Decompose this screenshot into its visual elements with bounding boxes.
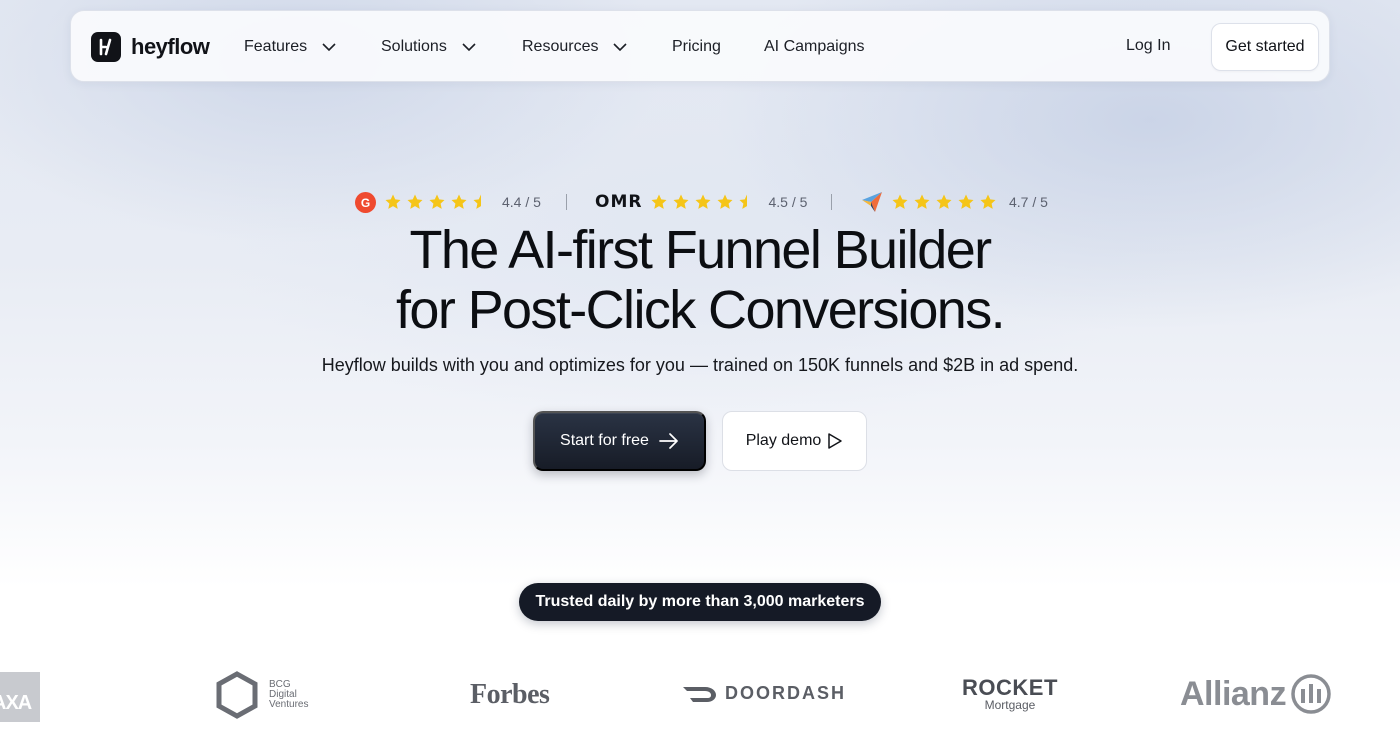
- nav-features[interactable]: Features: [244, 35, 337, 59]
- heyflow-logo-icon: [91, 32, 121, 62]
- rocket-mortgage-logo: ROCKET Mortgage: [962, 675, 1058, 712]
- nav-ai-campaigns[interactable]: AI Campaigns: [764, 35, 865, 59]
- half-star-icon: [473, 194, 481, 209]
- bcg-digital-ventures-logo: BCG Digital Ventures: [215, 671, 308, 719]
- chevron-down-icon: [462, 43, 476, 52]
- hero-title-line-1: The AI-first Funnel Builder: [409, 220, 992, 280]
- g2-icon: G: [355, 191, 376, 213]
- star-rating: [891, 193, 1001, 211]
- star-icon: [914, 194, 930, 209]
- doordash-logo: DOORDASH: [683, 683, 846, 704]
- star-rating: [650, 193, 760, 211]
- star-icon: [892, 194, 908, 209]
- brand-name: heyflow: [131, 34, 210, 59]
- top-navbar: heyflow Features Solutions Resources Pri…: [70, 10, 1330, 82]
- chevron-down-icon: [322, 43, 336, 52]
- star-icon: [651, 194, 667, 209]
- login-link[interactable]: Log In: [1126, 37, 1170, 55]
- star-icon: [451, 194, 467, 209]
- rating-divider: [566, 194, 567, 210]
- hexagon-icon: [216, 671, 258, 719]
- doordash-icon: [683, 686, 716, 702]
- rating-score: 4.4 / 5: [502, 194, 541, 210]
- hero-title-line-2: for Post-Click Conversions.: [396, 280, 1006, 340]
- hero-subtitle: Heyflow builds with you and optimizes fo…: [321, 355, 1079, 375]
- allianz-eagle-icon: [1291, 674, 1331, 714]
- nav-resources-label: Resources: [522, 38, 599, 55]
- chevron-down-icon: [613, 43, 628, 52]
- rating-score: 4.7 / 5: [1009, 194, 1048, 210]
- star-icon: [980, 194, 996, 209]
- nav-features-label: Features: [244, 38, 308, 55]
- nav-pricing-label: Pricing: [672, 38, 721, 55]
- play-icon: [828, 433, 843, 449]
- star-icon: [385, 194, 401, 209]
- star-icon: [717, 194, 733, 209]
- start-for-free-label: Start for free: [560, 432, 649, 449]
- rating-capterra: 4.7 / 5: [861, 191, 1048, 213]
- rating-score: 4.5 / 5: [768, 194, 808, 210]
- rating-g2: G 4.4 / 5: [355, 191, 541, 213]
- nav-solutions-label: Solutions: [381, 38, 447, 55]
- star-icon: [429, 194, 445, 209]
- axa-logo: AXA: [0, 672, 40, 722]
- rating-omr: OMR 4.5 / 5: [595, 191, 807, 213]
- start-for-free-button[interactable]: Start for free: [533, 411, 706, 471]
- ratings-row: G 4.4 / 5 OMR 4.5 / 5 4.7 / 5: [355, 191, 1055, 213]
- half-star-icon: [739, 194, 748, 209]
- heyflow-logo[interactable]: heyflow: [91, 32, 210, 62]
- star-icon: [695, 194, 711, 209]
- allianz-logo: Allianz: [1180, 673, 1332, 715]
- arrow-right-icon: [659, 433, 678, 449]
- star-icon: [407, 194, 423, 209]
- star-rating: [384, 193, 494, 211]
- star-icon: [673, 194, 689, 209]
- customer-logos: AXA BCG Digital Ventures Forbes DOORDASH…: [0, 665, 1400, 735]
- get-started-button[interactable]: Get started: [1211, 23, 1319, 71]
- play-demo-label: Play demo: [745, 432, 822, 449]
- svg-text:G: G: [361, 196, 370, 210]
- capterra-icon: [862, 192, 882, 212]
- nav-ai-campaigns-label: AI Campaigns: [764, 38, 865, 55]
- trusted-badge: Trusted daily by more than 3,000 markete…: [519, 583, 881, 621]
- rating-divider: [831, 194, 832, 210]
- star-icon: [936, 194, 952, 209]
- omr-logo: OMR: [595, 192, 643, 212]
- forbes-logo: Forbes: [470, 679, 550, 710]
- nav-resources[interactable]: Resources: [522, 35, 628, 59]
- nav-solutions[interactable]: Solutions: [381, 35, 477, 59]
- star-icon: [958, 194, 974, 209]
- play-demo-button[interactable]: Play demo: [722, 411, 867, 471]
- nav-pricing[interactable]: Pricing: [672, 35, 721, 59]
